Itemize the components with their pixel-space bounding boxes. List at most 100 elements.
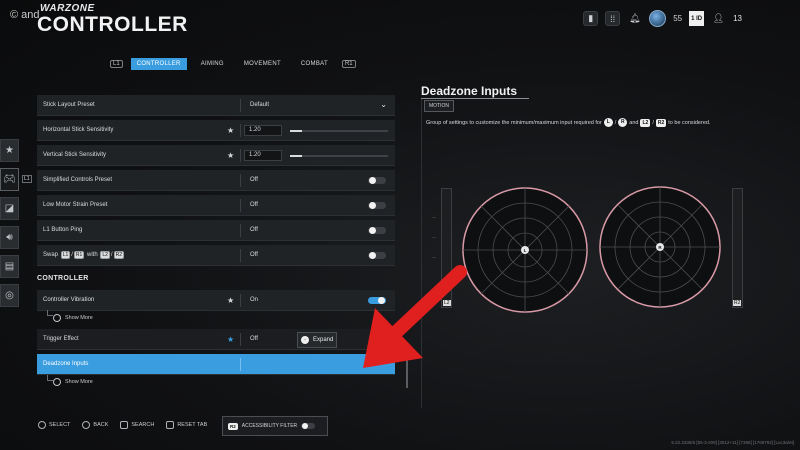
prompt-label: BACK [93, 422, 109, 428]
tab-controller[interactable]: CONTROLLER [130, 58, 187, 70]
side-controller-icon[interactable]: 🎮︎ [0, 168, 19, 191]
show-more-vibration[interactable]: Show More [53, 314, 93, 322]
setting-value: On [250, 297, 259, 303]
setting-l1-button-ping[interactable]: L1 Button Ping Off [37, 220, 395, 241]
options-button-icon [166, 421, 175, 429]
top-right-status: ▮ ⁞⁞ 🔔︎ 55 1 ID 👤︎ 13 [583, 10, 742, 27]
setting-vertical-stick-sensitivity[interactable]: Vertical Stick Sensitivity ★ 1.20 [37, 145, 395, 166]
setting-label: Swap L1/R1 with L2/R2 [43, 251, 124, 259]
motion-tag: MOTION [424, 100, 454, 112]
prompt-label: SEARCH [131, 422, 155, 428]
setting-controller-vibration[interactable]: Controller Vibration ★ On [37, 290, 395, 311]
setting-stick-layout-preset[interactable]: Stick Layout Preset Default ⌄ [37, 95, 395, 116]
prompt-reset-tab[interactable]: RESET TAB [166, 421, 207, 429]
toggle-switch[interactable] [368, 177, 386, 184]
player-points: 55 [673, 14, 683, 23]
grid-menu-icon[interactable]: ⁞⁞ [605, 11, 621, 26]
setting-value: Off [250, 177, 258, 183]
tab-next-key[interactable]: R1 [341, 60, 356, 68]
cross-button-icon: ◦ [301, 336, 309, 344]
setting-label: Stick Layout Preset [43, 102, 95, 108]
touchpad-icon [120, 421, 129, 429]
tab-aiming[interactable]: AIMING [195, 58, 230, 70]
bell-icon[interactable]: 🔔︎ [627, 11, 642, 26]
prompt-label: RESET TAB [177, 422, 208, 428]
tab-movement[interactable]: MOVEMENT [238, 58, 287, 70]
sensitivity-slider[interactable] [290, 130, 388, 132]
setting-value: Off [250, 202, 258, 208]
detail-description: Group of settings to customize the minim… [426, 118, 710, 127]
setting-label: L1 Button Ping [43, 227, 83, 233]
expand-tooltip[interactable]: ◦ Expand [297, 332, 337, 348]
desc-part-b: to be considered. [668, 119, 711, 126]
avatar[interactable] [649, 10, 667, 27]
show-more-deadzone[interactable]: Show More [53, 378, 93, 386]
party-icon[interactable]: 👤︎ [711, 11, 726, 26]
r2-trigger-bar [732, 188, 743, 308]
setting-label: Vertical Stick Sensitivity [43, 152, 107, 158]
setting-label: Low Motor Strain Preset [43, 202, 108, 208]
chevron-down-icon[interactable]: ⌄ [380, 100, 387, 109]
side-interface-icon[interactable]: ▤ [0, 255, 19, 278]
setting-simplified-controls-preset[interactable]: Simplified Controls Preset Off [37, 170, 395, 191]
favorite-star-icon[interactable]: ★ [227, 151, 234, 160]
side-l1-key: L1 [22, 175, 32, 183]
desc-slash-1: / [614, 119, 617, 126]
side-network-icon[interactable]: ◎ [0, 284, 19, 307]
l2-key-icon: L2 [100, 251, 110, 259]
right-stick-deadzone-graph: R [599, 186, 721, 308]
section-heading-controller: CONTROLLER [37, 275, 89, 282]
square-button-icon [53, 378, 61, 386]
setting-horizontal-stick-sensitivity[interactable]: Horizontal Stick Sensitivity ★ 1.20 [37, 120, 395, 141]
show-more-label: Show More [65, 315, 93, 321]
prompt-search[interactable]: SEARCH [120, 421, 154, 429]
tab-prev-key[interactable]: L1 [110, 60, 123, 68]
side-audio-icon[interactable]: 🔊︎ [0, 226, 19, 249]
setting-label: Controller Vibration [43, 297, 95, 303]
square-button-icon [53, 314, 61, 322]
setting-deadzone-inputs[interactable]: Deadzone Inputs [37, 354, 395, 375]
tick-marks-left: — — — [432, 214, 436, 259]
sensitivity-input[interactable]: 1.20 [244, 150, 282, 161]
prompt-select[interactable]: SELECT [38, 421, 70, 429]
swap-prefix: Swap [43, 252, 59, 258]
setting-label: Deadzone Inputs [43, 361, 89, 367]
setting-trigger-effect[interactable]: Trigger Effect ★ Off [37, 329, 395, 350]
left-stick-center-label: L [524, 248, 527, 253]
favorite-star-icon[interactable]: ★ [227, 296, 234, 305]
sensitivity-input[interactable]: 1.20 [244, 125, 282, 136]
detail-title: Deadzone Inputs [421, 84, 518, 98]
expand-label: Expand [313, 337, 334, 343]
swap-with: with [87, 252, 98, 258]
accessibility-toggle[interactable] [301, 423, 316, 429]
accessibility-filter[interactable]: R2 ACCESSIBILITY FILTER [222, 416, 328, 436]
id-badge-icon[interactable]: 1 ID [689, 11, 705, 26]
side-nav: ★ 🎮︎ ◪ 🔊︎ ▤ ◎ [0, 139, 19, 307]
favorite-star-icon[interactable]: ★ [227, 335, 234, 344]
l2-trigger-icon: L2 [640, 118, 651, 127]
divider [240, 333, 241, 346]
setting-low-motor-strain-preset[interactable]: Low Motor Strain Preset Off [37, 195, 395, 216]
build-string: 5.22.2336/6 [55-3-209] [3012+11] [7368] … [671, 440, 794, 445]
tab-bar: L1 CONTROLLER AIMING MOVEMENT COMBAT R1 [110, 58, 356, 70]
desc-slash-2: / [652, 119, 654, 126]
setting-label: Horizontal Stick Sensitivity [43, 127, 114, 133]
divider [240, 224, 241, 237]
motion-tag-label: MOTION [429, 103, 449, 109]
tab-combat[interactable]: COMBAT [295, 58, 334, 70]
left-stick-deadzone-graph: L [462, 187, 588, 313]
red-arrow-annotation [363, 265, 467, 368]
l1-key-icon: L1 [60, 251, 71, 259]
toggle-switch[interactable] [368, 202, 386, 209]
side-graphics-icon[interactable]: ◪ [0, 197, 19, 220]
sensitivity-slider[interactable] [290, 155, 388, 157]
toggle-switch[interactable] [368, 252, 386, 259]
favorite-star-icon[interactable]: ★ [227, 126, 234, 135]
setting-swap-buttons[interactable]: Swap L1/R1 with L2/R2 Off [37, 245, 395, 266]
page-title: CONTROLLER [37, 13, 188, 36]
toggle-switch[interactable] [368, 227, 386, 234]
side-favorites-star-icon[interactable]: ★ [0, 139, 19, 162]
right-stick-icon: R [618, 118, 628, 127]
controller-status-icon[interactable]: ▮ [583, 11, 599, 26]
prompt-back[interactable]: BACK [82, 421, 108, 429]
